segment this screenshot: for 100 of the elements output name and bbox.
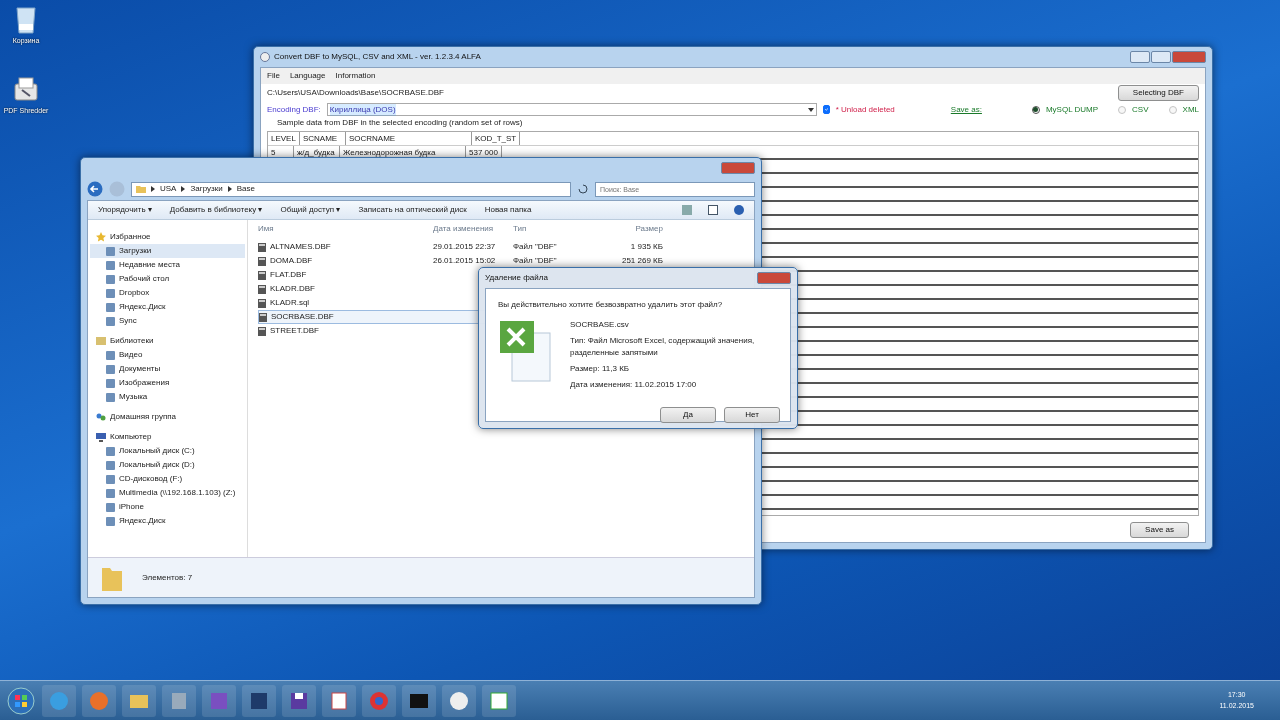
nav-item[interactable]: Видео — [90, 348, 245, 362]
toolbar-button[interactable]: Добавить в библиотеку ▾ — [169, 204, 263, 216]
nav-item[interactable]: iPhone — [90, 500, 245, 514]
file-name[interactable]: SOCRBASE.DBF — [271, 311, 334, 323]
dialog-button[interactable]: Да — [660, 407, 716, 423]
file-name[interactable]: STREET.DBF — [270, 325, 319, 337]
format-radio[interactable] — [1168, 105, 1177, 114]
file-name[interactable]: FLAT.DBF — [270, 269, 307, 281]
toolbar-button[interactable]: Новая папка — [484, 204, 532, 216]
column-header: LEVEL — [268, 132, 300, 145]
nav-item[interactable]: Музыка — [90, 390, 245, 404]
column-header[interactable]: Имя — [258, 223, 433, 235]
file-name[interactable]: KLADR.sql — [270, 297, 310, 309]
nav-group-label[interactable]: Компьютер — [110, 431, 152, 443]
spreadsheet-file-icon — [498, 319, 554, 383]
window-title: Convert DBF to MySQL, CSV and XML - ver. 1.2.3.4 ALFA — [274, 51, 481, 63]
nav-item[interactable]: Dropbox — [90, 286, 245, 300]
help-icon[interactable] — [734, 205, 744, 215]
file-path: C:\Users\USA\Downloads\Base\SOCRBASE.DBF — [267, 87, 445, 99]
nav-item[interactable]: Яндекс.Диск — [90, 300, 245, 314]
people-icon — [96, 412, 106, 422]
save-as-label: Save as: — [950, 103, 982, 116]
nav-item[interactable]: Multimedia (\\192.168.1.103) (Z:) — [90, 486, 245, 500]
column-header[interactable]: Размер — [593, 223, 663, 235]
refresh-icon[interactable] — [577, 183, 589, 195]
file-type: Файл "DBF" — [513, 241, 558, 253]
toolbar-button[interactable]: Записать на оптический диск — [358, 204, 467, 216]
file-icon — [258, 270, 266, 280]
encoding-dropdown[interactable]: Кириллица (DOS) — [326, 103, 817, 116]
nav-item[interactable]: Локальный диск (C:) — [90, 444, 245, 458]
breadcrumb-item[interactable]: Загрузки — [190, 183, 223, 195]
nav-group-label[interactable]: Избранное — [110, 231, 151, 243]
file-name: SOCRBASE.csv — [570, 319, 630, 331]
file-detail: Дата изменения: 11.02.2015 17:00 — [570, 379, 698, 391]
column-header: SOCRNAME — [345, 132, 472, 145]
recycle-bin-icon — [14, 4, 38, 34]
windows-orb-icon[interactable] — [6, 685, 36, 716]
file-icon — [258, 284, 266, 294]
window-title: Удаление файла — [485, 272, 548, 284]
toolbar-button[interactable]: Упорядочить ▾ — [98, 204, 152, 216]
dialog-question: Вы действительно хотите безвозвратно удалить этот файл? — [498, 299, 724, 311]
breadcrumb-item[interactable]: USA — [160, 183, 177, 195]
nav-item[interactable]: Документы — [90, 362, 245, 376]
format-radio[interactable] — [1031, 105, 1040, 114]
select-dbf-button[interactable]: Selecting DBF — [1117, 85, 1199, 101]
column-header[interactable]: Дата изменения — [433, 223, 513, 235]
format-label: MySQL DUMP — [1045, 103, 1099, 116]
nav-item[interactable]: Изображения — [90, 376, 245, 390]
folder-icon — [136, 185, 146, 193]
address-bar[interactable]: USA Загрузки Base — [131, 181, 571, 197]
file-icon — [258, 256, 266, 266]
menu-item[interactable]: File — [267, 70, 280, 82]
menu-item[interactable]: Information — [335, 70, 376, 82]
nav-item[interactable]: Загрузки — [90, 244, 245, 258]
save-as-button[interactable]: Save as — [1130, 522, 1189, 538]
nav-group-label[interactable]: Библиотеки — [110, 335, 154, 347]
format-label: XML — [1182, 103, 1199, 116]
file-name[interactable]: KLADR.DBF — [270, 283, 315, 295]
nav-item[interactable]: Недавние места — [90, 258, 245, 272]
format-label: CSV — [1132, 103, 1149, 116]
menu-item[interactable]: Language — [289, 70, 326, 82]
file-icon — [258, 242, 266, 252]
library-icon — [96, 336, 106, 346]
file-type: Файл "DBF" — [513, 255, 558, 267]
dropdown-arrow-icon — [807, 107, 814, 112]
file-detail: Тип: Файл Microsoft Excel, содержащий значения, разделенные запятыми — [570, 335, 756, 359]
unload-deleted-checkbox[interactable] — [822, 105, 830, 114]
nav-item[interactable]: Sync — [90, 314, 245, 328]
file-name[interactable]: ALTNAMES.DBF — [270, 241, 331, 253]
nav-item[interactable]: Яндекс.Диск — [90, 514, 245, 528]
file-size: 251 269 КБ — [620, 255, 663, 267]
file-icon — [258, 298, 266, 308]
file-detail: Размер: 11,3 КБ — [570, 363, 631, 375]
maximize-button[interactable] — [1151, 51, 1171, 63]
toolbar-button[interactable]: Общий доступ ▾ — [280, 204, 341, 216]
file-name[interactable]: DOMA.DBF — [270, 255, 313, 267]
file-date: 26.01.2015 15:02 — [433, 255, 497, 267]
nav-item[interactable]: CD-дисковод (F:) — [90, 472, 245, 486]
star-icon — [96, 232, 106, 242]
minimize-button[interactable] — [1130, 51, 1150, 63]
nav-item[interactable]: Локальный диск (D:) — [90, 458, 245, 472]
nav-group-label[interactable]: Домашняя группа — [110, 411, 177, 423]
column-header[interactable]: Тип — [513, 223, 593, 235]
format-radio[interactable] — [1118, 105, 1127, 114]
chevron-icon — [151, 186, 155, 192]
item-count: Элементов: 7 — [142, 571, 193, 584]
file-icon — [258, 326, 266, 336]
back-button-icon[interactable] — [87, 181, 103, 197]
file-date: 29.01.2015 22:37 — [433, 241, 497, 253]
unload-deleted-label: * Unload deleted — [835, 103, 895, 116]
nav-item[interactable]: Рабочий стол — [90, 272, 245, 286]
app-icon — [260, 52, 270, 62]
computer-icon — [96, 432, 106, 442]
breadcrumb-item[interactable]: Base — [236, 183, 255, 195]
shredder-icon — [13, 76, 39, 104]
sample-caption: Sample data from DBF in the selected encoding (random set of rows) — [276, 117, 524, 129]
encoding-label: Encoding DBF: — [267, 103, 321, 116]
dialog-button[interactable]: Нет — [724, 407, 780, 423]
pane-icon[interactable] — [708, 205, 718, 215]
file-size: 1 935 КБ — [629, 241, 663, 253]
